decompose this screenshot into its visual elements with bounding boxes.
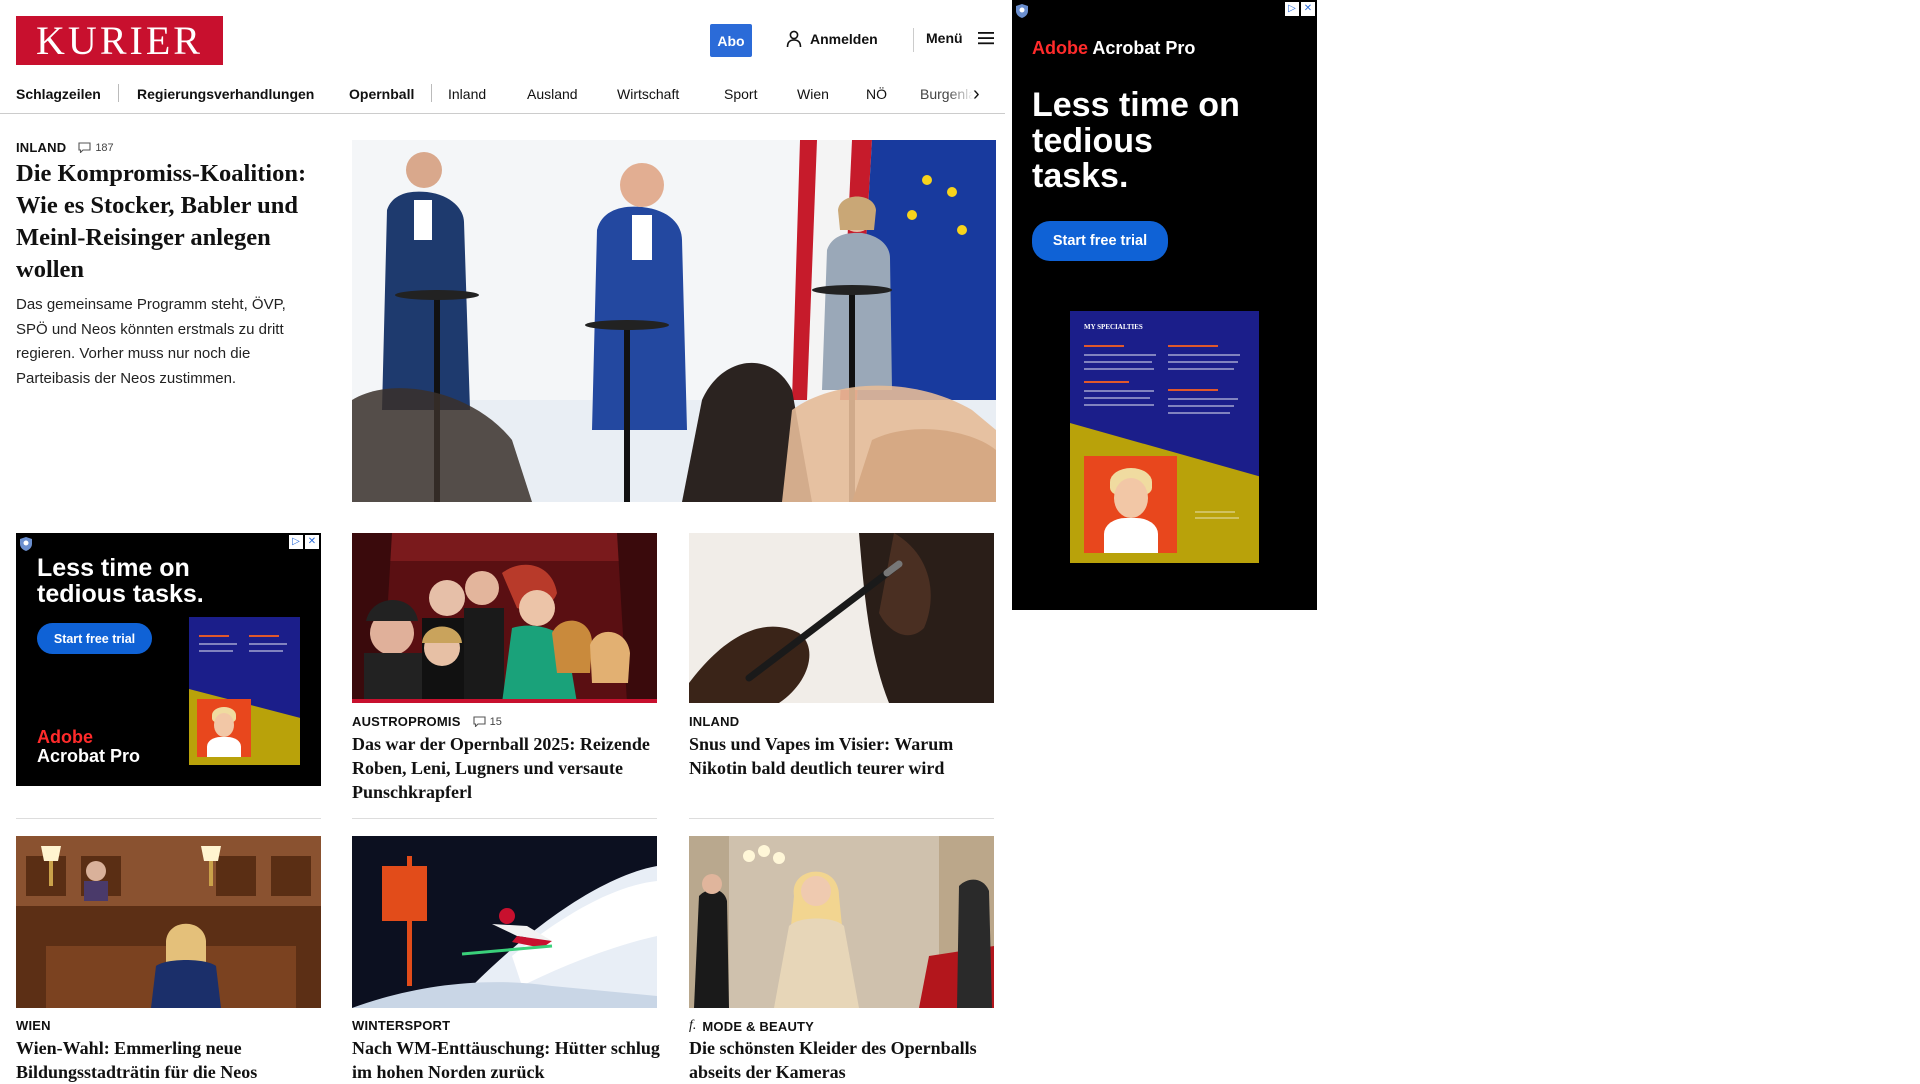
ad-close-icon[interactable]: ✕ [305, 535, 319, 549]
ad-headline: Less time on tedious tasks. [37, 554, 204, 609]
lead-kicker[interactable]: INLAND [16, 140, 66, 155]
inline-ad-adobe-acrobat[interactable]: ▷ ✕ Less time on tedious tasks. Start fr… [16, 533, 321, 786]
sidebar-ad-adobe-acrobat[interactable]: ▷ ✕ Adobe Acrobat Pro Less time on tedio… [1012, 0, 1317, 610]
ad-headline: Less time on tedious tasks. [1032, 86, 1240, 196]
ad-brand: Adobe Acrobat Pro [1032, 38, 1195, 59]
ad-brand-product: Acrobat Pro [1092, 38, 1196, 58]
card-image-kleider[interactable] [689, 836, 994, 1008]
card-headline[interactable]: Wien-Wahl: Emmerling neue Bildungsstadtr… [16, 1036, 316, 1084]
freizeit-brand-icon: f. [689, 1018, 697, 1033]
adchoices-badge[interactable]: ▷ ✕ [289, 535, 319, 549]
lead-teaser: Das gemeinsame Programm steht, ÖVP, SPÖ … [16, 296, 286, 387]
ski-race-photo [352, 836, 657, 1008]
card-kicker[interactable]: WIEN [16, 1018, 51, 1033]
ad-close-icon[interactable]: ✕ [1301, 2, 1315, 16]
card-kicker[interactable]: WINTERSPORT [352, 1018, 450, 1033]
lead-headline[interactable]: Die Kompromiss-Koalition: Wie es Stocker… [16, 158, 321, 286]
header-divider [913, 28, 914, 52]
card-headline[interactable]: Snus und Vapes im Visier: Warum Nikotin … [689, 732, 999, 780]
start-free-trial-button[interactable]: Start free trial [37, 623, 152, 654]
adchoices-icon[interactable]: ▷ [289, 535, 303, 549]
card-kicker[interactable]: INLAND [689, 714, 739, 729]
ad-visual-title: MY SPECIALTIES [1084, 323, 1143, 331]
kurier-logo[interactable]: KURIER [16, 16, 223, 65]
section-nav: Schlagzeilen Regierungsverhandlungen Ope… [0, 76, 1005, 114]
ad-shield-icon [1016, 4, 1028, 18]
card-image-wien-wahl[interactable] [16, 836, 321, 1008]
user-icon [786, 30, 802, 48]
card-meta-opernball: AUSTROPROMIS 15 [352, 714, 502, 729]
card-kicker[interactable]: AUSTROPROMIS [352, 714, 461, 729]
ad-brand-word: Adobe [1032, 38, 1088, 58]
opernball-photo [352, 533, 657, 703]
adchoices-icon[interactable]: ▷ [1285, 2, 1299, 16]
card-headline[interactable]: Nach WM-Enttäuschung: Hütter schlug im h… [352, 1036, 662, 1084]
hamburger-icon [977, 32, 994, 45]
nav-item-schlagzeilen[interactable]: Schlagzeilen [16, 82, 101, 106]
kurier-page: KURIER Abo Anmelden Menü Schlagzeilen Re… [0, 0, 1013, 1082]
card-headline[interactable]: Das war der Opernball 2025: Reizende Rob… [352, 732, 662, 804]
ad-portrait [1084, 456, 1177, 553]
nav-divider [118, 84, 119, 102]
card-meta-snus: INLAND [689, 714, 739, 729]
abo-button[interactable]: Abo [710, 24, 752, 57]
card-comment-count[interactable]: 15 [473, 716, 502, 728]
divider [352, 818, 657, 819]
comment-count-value: 187 [95, 141, 114, 154]
nav-item-regierungsverhandlungen[interactable]: Regierungsverhandlungen [137, 82, 314, 106]
ad-brand-word: Adobe [37, 727, 93, 747]
card-image-ski[interactable] [352, 836, 657, 1008]
nav-scroll-right-icon[interactable]: › [973, 82, 993, 106]
nav-item-noe[interactable]: NÖ [866, 82, 887, 106]
card-meta-mode: f. MODE & BEAUTY [689, 1018, 814, 1034]
ad-portfolio-visual: MY SPECIALTIES [1070, 311, 1259, 563]
start-free-trial-button[interactable]: Start free trial [1032, 221, 1168, 261]
nav-item-inland[interactable]: Inland [448, 82, 486, 106]
divider [689, 818, 994, 819]
login-label: Anmelden [810, 31, 878, 47]
ad-brand-product: Acrobat Pro [37, 746, 141, 766]
adchoices-badge[interactable]: ▷ ✕ [1285, 2, 1315, 16]
lead-image-press-conference[interactable] [352, 140, 996, 502]
nav-item-wien[interactable]: Wien [797, 82, 829, 106]
menu-button[interactable]: Menü [926, 30, 995, 46]
menu-label: Menü [926, 30, 963, 46]
comment-icon [473, 716, 486, 727]
nav-item-sport[interactable]: Sport [724, 82, 757, 106]
ball-gown-photo [689, 836, 994, 1008]
vape-photo [689, 533, 994, 703]
nav-item-opernball[interactable]: Opernball [349, 82, 414, 106]
ad-portrait [197, 699, 251, 757]
press-conference-photo [352, 140, 996, 502]
card-headline[interactable]: Die schönsten Kleider des Opernballs abs… [689, 1036, 999, 1084]
ad-portfolio-visual [189, 617, 300, 765]
card-meta-wintersport: WINTERSPORT [352, 1018, 450, 1033]
lead-comment-count[interactable]: 187 [78, 141, 114, 154]
lead-meta: INLAND 187 [16, 140, 114, 155]
card-meta-wien: WIEN [16, 1018, 51, 1033]
comment-icon [78, 142, 91, 153]
nav-divider [431, 84, 432, 102]
nav-item-wirtschaft[interactable]: Wirtschaft [617, 82, 679, 106]
comment-count-value: 15 [489, 715, 502, 728]
ad-shield-icon [20, 537, 32, 551]
card-image-opernball[interactable] [352, 533, 657, 703]
card-image-snus-vapes[interactable] [689, 533, 994, 703]
council-chamber-photo [16, 836, 321, 1008]
nav-item-ausland[interactable]: Ausland [527, 82, 578, 106]
ad-brand: Adobe Acrobat Pro [37, 728, 140, 766]
divider [16, 818, 321, 819]
card-kicker[interactable]: MODE & BEAUTY [702, 1019, 814, 1034]
login-button[interactable]: Anmelden [786, 30, 878, 48]
